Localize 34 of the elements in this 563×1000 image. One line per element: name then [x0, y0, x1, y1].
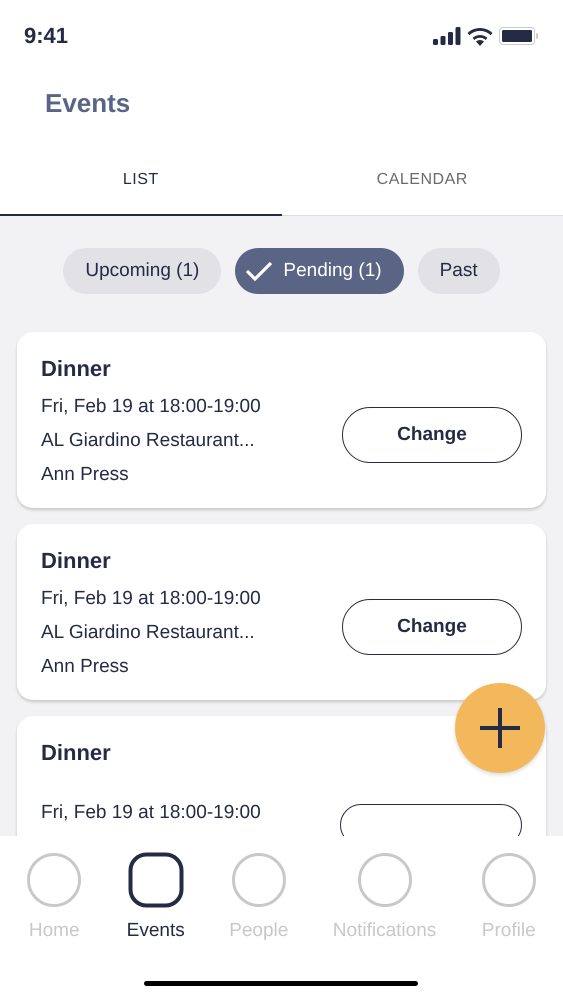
check-icon — [245, 260, 274, 282]
event-location: AL Giardino Restaurant... — [41, 430, 256, 452]
battery-icon — [499, 27, 539, 45]
status-time: 9:41 — [24, 23, 68, 49]
wifi-icon — [467, 26, 493, 46]
filter-chip[interactable]: Upcoming (1) — [63, 248, 222, 294]
event-person: Ann Press — [41, 656, 130, 678]
change-button[interactable] — [340, 804, 522, 836]
event-card[interactable]: Dinner Fri, Feb 19 at 18:00-19:00 AL Giardino Restaurant... Ann Press Change — [17, 332, 546, 508]
event-card[interactable]: Dinner Fri, Feb 19 at 18:00-19:00 AL Giardino Restaurant... Ann Press Change — [17, 524, 546, 700]
signal-icon — [433, 27, 461, 45]
event-title: Dinner — [41, 548, 112, 574]
event-title: Dinner — [41, 740, 112, 766]
event-title: Dinner — [41, 356, 112, 382]
event-time: Fri, Feb 19 at 18:00-19:00 — [41, 396, 261, 418]
circle-icon — [480, 852, 537, 908]
tab[interactable]: LIST — [0, 146, 282, 216]
tab[interactable]: CALENDAR — [282, 146, 563, 216]
event-person: Ann Press — [41, 464, 130, 486]
page-title: Events — [44, 87, 132, 120]
filter-chip[interactable]: Past — [418, 248, 500, 294]
event-card[interactable]: Dinner Fri, Feb 19 at 18:00-19:00 — [17, 716, 546, 836]
change-button[interactable]: Change — [342, 599, 522, 655]
event-location: AL Giardino Restaurant... — [41, 622, 256, 644]
circle-icon — [26, 852, 82, 908]
change-button[interactable]: Change — [342, 407, 522, 463]
plus-icon — [478, 706, 522, 750]
event-time: Fri, Feb 19 at 18:00-19:00 — [41, 802, 261, 824]
filter-chip[interactable]: Pending (1) — [235, 248, 404, 294]
circle-icon — [356, 852, 413, 908]
circle-icon — [230, 852, 287, 908]
square-icon — [128, 852, 184, 908]
event-time: Fri, Feb 19 at 18:00-19:00 — [41, 588, 261, 610]
nav-item[interactable]: Events — [126, 852, 185, 1000]
